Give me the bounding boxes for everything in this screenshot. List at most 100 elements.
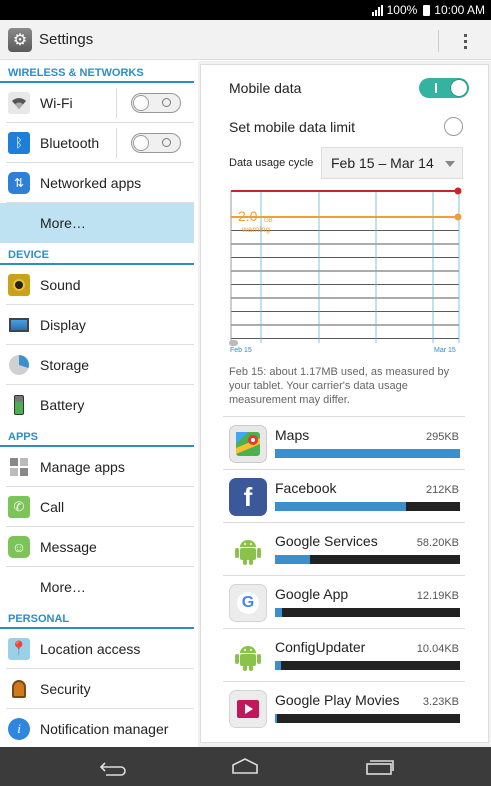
data-usage-note: Feb 15: about 1.17MB used, as measured b… xyxy=(229,366,450,406)
recent-apps-icon[interactable] xyxy=(362,755,396,779)
app-usage-bar xyxy=(275,714,460,723)
settings-sidebar: WIRELESS & NETWORKS Wi-Fi ᛒ Bluetooth ⇅ … xyxy=(0,61,196,747)
app-usage-bar xyxy=(275,608,460,617)
set-data-limit-row[interactable]: Set mobile data limit xyxy=(229,115,469,139)
warning-value-label: 2.0 xyxy=(238,208,258,224)
battery-status-icon xyxy=(423,4,431,16)
cycle-start-handle[interactable] xyxy=(229,340,238,346)
sidebar-item-label: Security xyxy=(40,680,91,697)
sidebar-item-more-wireless[interactable]: More… xyxy=(0,203,194,243)
sidebar-item-label: More… xyxy=(40,215,86,231)
sidebar-item-more-apps[interactable]: More… xyxy=(6,567,194,607)
sidebar-item-message[interactable]: ☺ Message xyxy=(6,527,194,567)
wifi-toggle[interactable] xyxy=(116,88,194,118)
app-usage-row[interactable]: Google Play Movies 3.23KB xyxy=(223,681,465,734)
bluetooth-toggle[interactable] xyxy=(116,128,194,158)
sidebar-item-label: Message xyxy=(40,538,97,555)
app-usage-fill xyxy=(275,608,283,617)
back-icon[interactable] xyxy=(96,755,130,779)
sidebar-item-bluetooth[interactable]: ᛒ Bluetooth xyxy=(6,123,194,163)
grid-icon xyxy=(8,456,30,478)
battery-icon xyxy=(8,394,30,416)
app-data-size: 3.23KB xyxy=(422,696,459,708)
data-usage-panel: Mobile data Set mobile data limit Data u… xyxy=(200,64,489,743)
sidebar-item-sound[interactable]: Sound xyxy=(6,265,194,305)
sidebar-item-label: Manage apps xyxy=(40,458,125,475)
app-usage-row[interactable]: Maps 295KB xyxy=(223,416,465,469)
pie-chart-icon xyxy=(8,354,30,376)
sidebar-item-label: Bluetooth xyxy=(40,134,100,151)
section-header-device: DEVICE xyxy=(0,243,194,265)
sidebar-item-label: Display xyxy=(40,316,86,333)
maps-icon xyxy=(229,425,267,463)
data-limit-handle[interactable] xyxy=(454,187,462,195)
sidebar-item-battery[interactable]: Battery xyxy=(6,385,194,425)
signal-icon xyxy=(371,4,383,16)
app-usage-row[interactable]: Google Services 58.20KB xyxy=(223,522,465,575)
mobile-data-label: Mobile data xyxy=(229,80,302,96)
app-usage-fill xyxy=(275,661,282,670)
app-usage-fill xyxy=(275,502,407,511)
app-name: Maps xyxy=(275,427,310,443)
sidebar-item-label: Battery xyxy=(40,397,85,413)
sidebar-item-label: Notification manager xyxy=(40,721,169,737)
sidebar-item-label: Location access xyxy=(40,640,141,657)
action-bar: ⚙ Settings xyxy=(0,20,491,60)
home-icon[interactable] xyxy=(228,755,262,779)
map-pin-icon: 📍 xyxy=(8,637,30,660)
app-usage-row[interactable]: f Facebook 212KB xyxy=(223,469,465,522)
app-usage-bar xyxy=(275,555,460,564)
set-data-limit-checkbox[interactable] xyxy=(444,117,463,136)
data-usage-cycle-select[interactable]: Feb 15 – Mar 14 xyxy=(321,147,463,179)
sidebar-item-storage[interactable]: Storage xyxy=(6,345,194,385)
data-usage-chart: 2.0 GB warning Feb 15 Mar 15 xyxy=(229,187,462,354)
mobile-data-toggle[interactable] xyxy=(419,78,469,98)
app-usage-fill xyxy=(275,449,460,458)
section-header-wireless: WIRELESS & NETWORKS xyxy=(0,61,194,83)
sidebar-item-call[interactable]: ✆ Call xyxy=(6,487,194,527)
sidebar-item-label: Call xyxy=(40,498,65,515)
android-icon xyxy=(229,637,267,675)
app-data-size: 212KB xyxy=(425,484,459,496)
mobile-data-row[interactable]: Mobile data xyxy=(229,75,469,101)
data-warning-handle[interactable] xyxy=(454,213,462,221)
x-axis-end-label: Mar 15 xyxy=(434,347,456,354)
app-usage-row[interactable]: ConfigUpdater 10.04KB xyxy=(223,628,465,681)
sidebar-item-networked-apps[interactable]: ⇅ Networked apps xyxy=(6,163,194,203)
sidebar-item-location-access[interactable]: 📍 Location access xyxy=(6,629,194,669)
app-data-size: 295KB xyxy=(425,431,459,443)
sidebar-item-label: Wi-Fi xyxy=(40,94,73,111)
info-icon: i xyxy=(8,718,30,740)
sidebar-item-security[interactable]: Security xyxy=(6,669,194,709)
wifi-icon xyxy=(8,91,30,114)
sidebar-item-wifi[interactable]: Wi-Fi xyxy=(6,83,194,123)
facebook-icon: f xyxy=(229,478,267,516)
app-data-size: 10.04KB xyxy=(416,643,459,655)
app-usage-row[interactable]: G Google App 12.19KB xyxy=(223,575,465,628)
section-header-apps: APPS xyxy=(0,425,194,447)
status-bar: 100% 10:00 AM xyxy=(0,0,491,20)
system-nav-bar xyxy=(0,747,491,786)
sidebar-item-display[interactable]: Display xyxy=(6,305,194,345)
play-movies-icon xyxy=(229,690,267,728)
sidebar-item-label: Storage xyxy=(40,356,90,373)
overflow-menu-icon[interactable] xyxy=(456,28,474,54)
sidebar-item-manage-apps[interactable]: Manage apps xyxy=(6,447,194,487)
data-usage-cycle-label: Data usage cycle xyxy=(229,157,314,169)
warning-label: warning xyxy=(241,225,270,234)
phone-icon: ✆ xyxy=(8,495,30,518)
app-usage-list: Maps 295KB f Facebook 212KB Google Servi… xyxy=(223,416,465,734)
bluetooth-icon: ᛒ xyxy=(8,131,30,154)
app-data-size: 12.19KB xyxy=(416,590,459,602)
warning-unit-label: GB xyxy=(264,218,273,224)
app-usage-fill xyxy=(275,555,311,564)
app-data-size: 58.20KB xyxy=(416,537,459,549)
data-usage-cycle-value: Feb 15 – Mar 14 xyxy=(331,155,434,171)
android-icon xyxy=(229,531,267,569)
gear-icon[interactable]: ⚙ xyxy=(8,27,32,52)
app-name: Google Play Movies xyxy=(275,692,400,708)
sidebar-item-notification-manager[interactable]: i Notification manager xyxy=(6,709,194,749)
app-usage-bar xyxy=(275,449,460,458)
action-bar-divider xyxy=(438,30,439,52)
x-axis-start-label: Feb 15 xyxy=(230,347,252,354)
